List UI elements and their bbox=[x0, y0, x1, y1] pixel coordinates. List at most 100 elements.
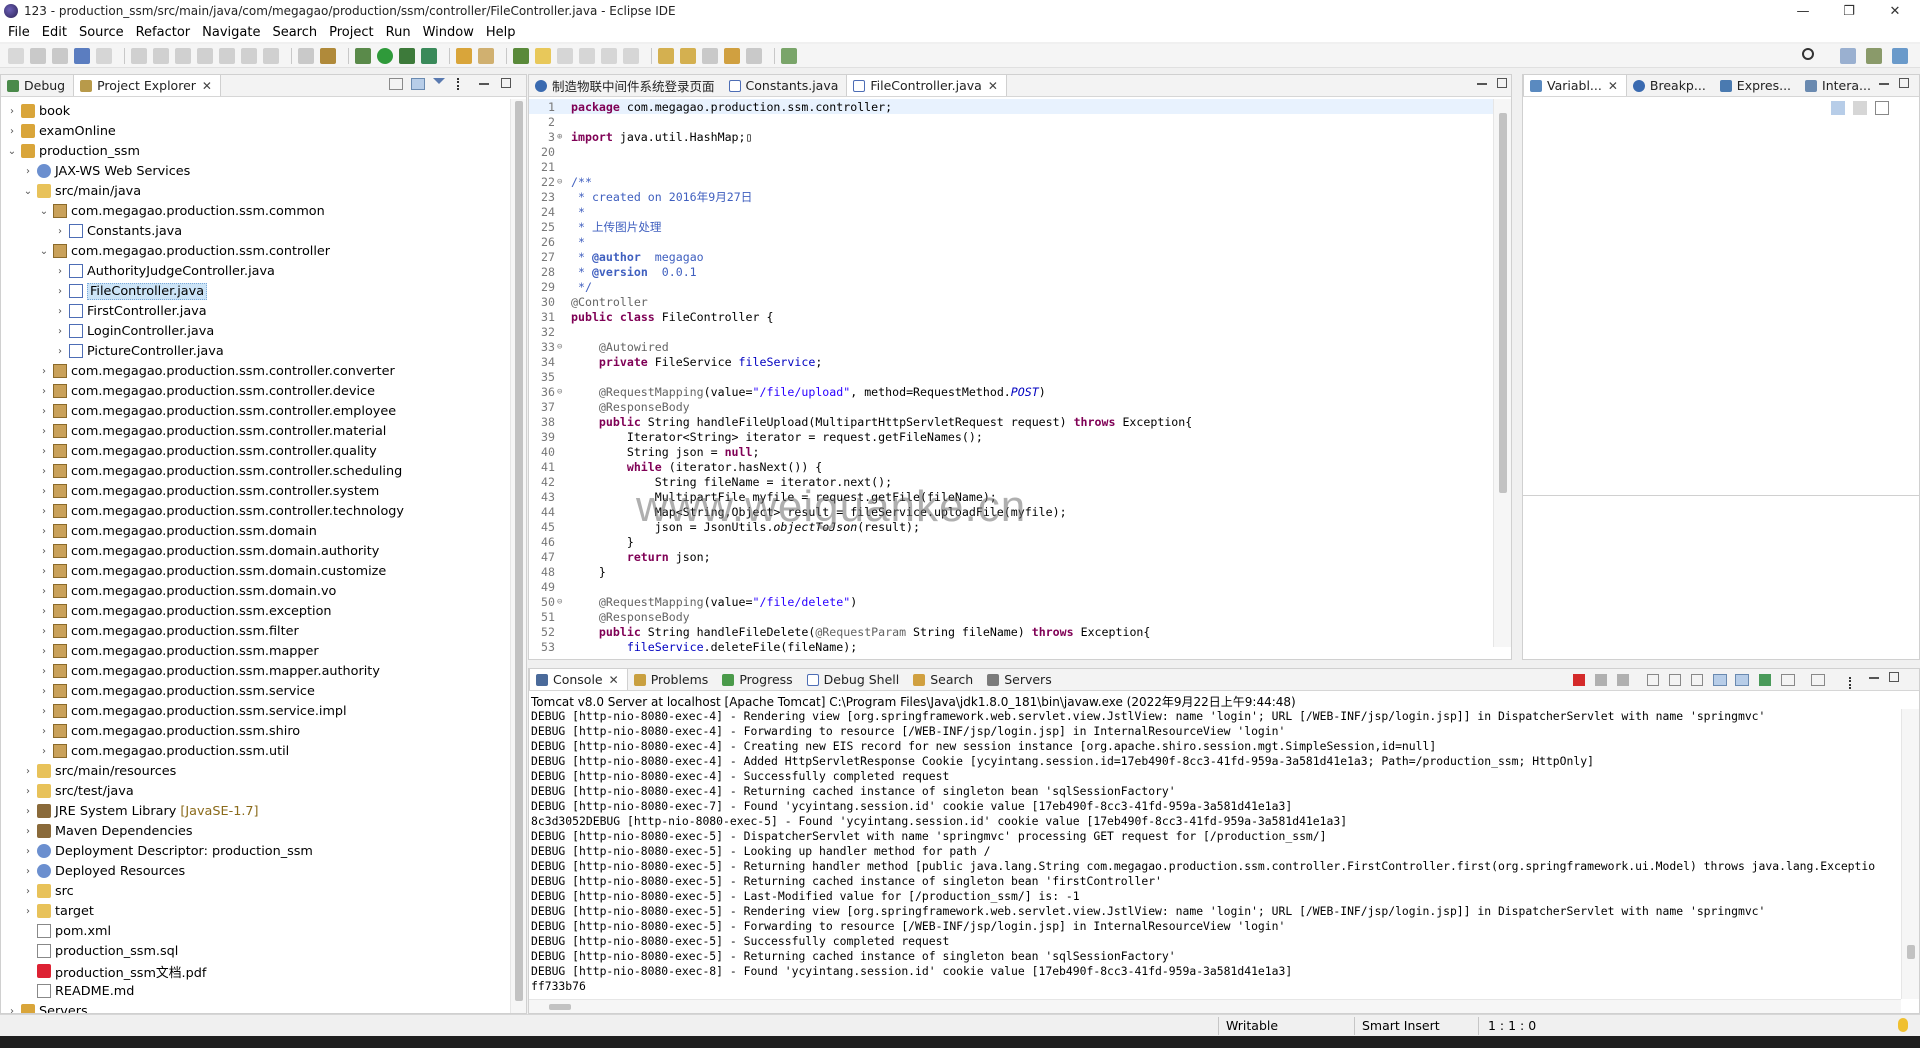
java-ee-perspective-icon[interactable] bbox=[1866, 48, 1882, 64]
tree-item[interactable]: › examOnline bbox=[1, 121, 510, 141]
open-type-icon[interactable] bbox=[513, 47, 529, 64]
view-menu-icon[interactable] bbox=[1849, 677, 1853, 689]
tab-filecontroller-java[interactable]: FileController.java ✕ bbox=[846, 75, 1007, 96]
collapse-all-icon[interactable] bbox=[389, 78, 403, 90]
maximize-view-icon[interactable] bbox=[1889, 672, 1899, 682]
maximize-button[interactable]: ❐ bbox=[1826, 0, 1872, 22]
details-pane-divider[interactable] bbox=[1523, 495, 1919, 496]
coverage-icon[interactable] bbox=[399, 47, 415, 64]
new-java-project-icon[interactable] bbox=[456, 47, 472, 64]
minimize-view-icon[interactable] bbox=[1477, 83, 1487, 85]
tab-breakpoints[interactable]: Breakp... bbox=[1627, 75, 1714, 96]
scrollbar-thumb[interactable] bbox=[515, 101, 523, 1001]
tree-item[interactable]: › target bbox=[1, 901, 510, 921]
menu-project[interactable]: Project bbox=[325, 25, 381, 40]
save-icon[interactable] bbox=[30, 47, 46, 64]
toggle-java-breakpoint-icon[interactable] bbox=[320, 47, 336, 64]
code-line[interactable]: 35 bbox=[529, 369, 1493, 384]
scroll-lock-icon[interactable] bbox=[1669, 674, 1681, 686]
new-icon[interactable] bbox=[8, 47, 24, 64]
minimize-view-icon[interactable] bbox=[1879, 83, 1889, 85]
chevron-right-icon[interactable]: › bbox=[5, 106, 19, 117]
tab-expressions[interactable]: Expres... bbox=[1714, 75, 1799, 96]
console-output[interactable]: DEBUG [http-nio-8080-exec-4] - Rendering… bbox=[529, 709, 1901, 999]
code-line[interactable]: 1 package com.megagao.production.ssm.cont… bbox=[529, 99, 1493, 114]
step-into-icon[interactable] bbox=[219, 47, 235, 64]
chevron-right-icon[interactable]: › bbox=[37, 486, 51, 497]
open-perspective-icon[interactable] bbox=[781, 47, 797, 64]
chevron-right-icon[interactable]: › bbox=[21, 806, 35, 817]
scrollbar-thumb[interactable] bbox=[1907, 945, 1915, 959]
debug-run-icon[interactable] bbox=[355, 47, 371, 64]
chevron-right-icon[interactable]: › bbox=[21, 906, 35, 917]
chevron-right-icon[interactable]: › bbox=[21, 866, 35, 877]
tab-project-explorer[interactable]: Project Explorer ✕ bbox=[73, 75, 221, 96]
resume-icon[interactable] bbox=[131, 47, 147, 64]
menu-refactor[interactable]: Refactor bbox=[132, 25, 199, 40]
code-line[interactable]: 32 bbox=[529, 324, 1493, 339]
code-line[interactable]: 50 ⊖ @RequestMapping(value="/file/delete"… bbox=[529, 594, 1493, 609]
menu-window[interactable]: Window bbox=[419, 25, 482, 40]
show-whitespace-icon[interactable] bbox=[601, 47, 617, 64]
chevron-right-icon[interactable]: › bbox=[5, 1006, 19, 1014]
tip-of-the-day-icon[interactable] bbox=[1898, 1018, 1908, 1032]
tree-item[interactable]: ⌄ src/main/java bbox=[1, 181, 510, 201]
code-line[interactable]: 38 public String handleFileUpload(Multip… bbox=[529, 414, 1493, 429]
tree-item[interactable]: › FileController.java bbox=[1, 281, 510, 301]
code-line[interactable]: 28 * @version 0.0.1 bbox=[529, 264, 1493, 279]
fold-toggle-icon[interactable]: ⊕ bbox=[557, 132, 565, 142]
tab-constants-java[interactable]: Constants.java bbox=[723, 75, 847, 96]
tab-interactions[interactable]: Intera... bbox=[1799, 75, 1879, 96]
tree-item[interactable]: pom.xml bbox=[1, 921, 510, 941]
tree-item[interactable]: › src/test/java bbox=[1, 781, 510, 801]
tree-item[interactable]: › src bbox=[1, 881, 510, 901]
tree-item[interactable]: › LoginController.java bbox=[1, 321, 510, 341]
external-tools-icon[interactable] bbox=[421, 47, 437, 64]
console-horizontal-scrollbar[interactable] bbox=[529, 999, 1901, 1013]
tree-item[interactable]: › src/main/resources bbox=[1, 761, 510, 781]
tree-item[interactable]: › com.megagao.production.ssm.domain.vo bbox=[1, 581, 510, 601]
status-cursor-position[interactable]: 1 : 1 : 0 bbox=[1488, 1018, 1536, 1033]
tree-item[interactable]: › Deployment Descriptor: production_ssm bbox=[1, 841, 510, 861]
tab-console[interactable]: Console ✕ bbox=[529, 669, 628, 690]
chevron-right-icon[interactable]: › bbox=[37, 726, 51, 737]
editor-scrollbar[interactable] bbox=[1493, 99, 1511, 647]
use-step-filters-icon[interactable] bbox=[298, 47, 314, 64]
show-console-on-stdout-icon[interactable] bbox=[1713, 674, 1727, 686]
chevron-right-icon[interactable]: › bbox=[37, 426, 51, 437]
remove-launch-icon[interactable] bbox=[1595, 674, 1607, 686]
tree-item[interactable]: › com.megagao.production.ssm.mapper bbox=[1, 641, 510, 661]
chevron-right-icon[interactable]: › bbox=[37, 566, 51, 577]
tree-item[interactable]: › com.megagao.production.ssm.controller.s… bbox=[1, 481, 510, 501]
minimize-view-icon[interactable] bbox=[479, 83, 489, 85]
status-insert-mode[interactable]: Smart Insert bbox=[1362, 1018, 1440, 1033]
tab-search[interactable]: Search bbox=[907, 669, 981, 690]
menu-edit[interactable]: Edit bbox=[38, 25, 75, 40]
code-line[interactable]: 34 private FileService fileService; bbox=[529, 354, 1493, 369]
fold-toggle-icon[interactable]: ⊖ bbox=[557, 387, 565, 397]
chevron-right-icon[interactable]: › bbox=[21, 786, 35, 797]
clear-console-icon[interactable] bbox=[1647, 674, 1659, 686]
step-over-icon[interactable] bbox=[241, 47, 257, 64]
chevron-right-icon[interactable]: › bbox=[37, 606, 51, 617]
collapse-all-icon[interactable] bbox=[1875, 101, 1889, 115]
minimize-button[interactable]: — bbox=[1780, 0, 1826, 22]
chevron-right-icon[interactable]: › bbox=[37, 526, 51, 537]
tree-item[interactable]: › com.megagao.production.ssm.controller.t… bbox=[1, 501, 510, 521]
save-all-icon[interactable] bbox=[52, 47, 68, 64]
chevron-right-icon[interactable]: › bbox=[21, 826, 35, 837]
tab-progress[interactable]: Progress bbox=[716, 669, 800, 690]
tree-item[interactable]: › com.megagao.production.ssm.domain.autho… bbox=[1, 541, 510, 561]
code-line[interactable]: 31 public class FileController { bbox=[529, 309, 1493, 324]
code-line[interactable]: 25 * 上传图片处理 bbox=[529, 219, 1493, 234]
chevron-right-icon[interactable]: › bbox=[37, 586, 51, 597]
maximize-view-icon[interactable] bbox=[1497, 78, 1507, 88]
chevron-down-icon[interactable]: ⌄ bbox=[21, 186, 35, 197]
tree-item[interactable]: › com.megagao.production.ssm.mapper.autho… bbox=[1, 661, 510, 681]
code-line[interactable]: 36 ⊖ @RequestMapping(value="/file/upload"… bbox=[529, 384, 1493, 399]
chevron-down-icon[interactable]: ⌄ bbox=[37, 206, 51, 217]
tree-item[interactable]: › JRE System Library [JavaSE-1.7] bbox=[1, 801, 510, 821]
display-selected-console-icon[interactable] bbox=[1781, 674, 1795, 686]
close-icon[interactable]: ✕ bbox=[609, 673, 619, 687]
tab-login-page[interactable]: 制造物联中间件系统登录页面 bbox=[529, 75, 723, 96]
